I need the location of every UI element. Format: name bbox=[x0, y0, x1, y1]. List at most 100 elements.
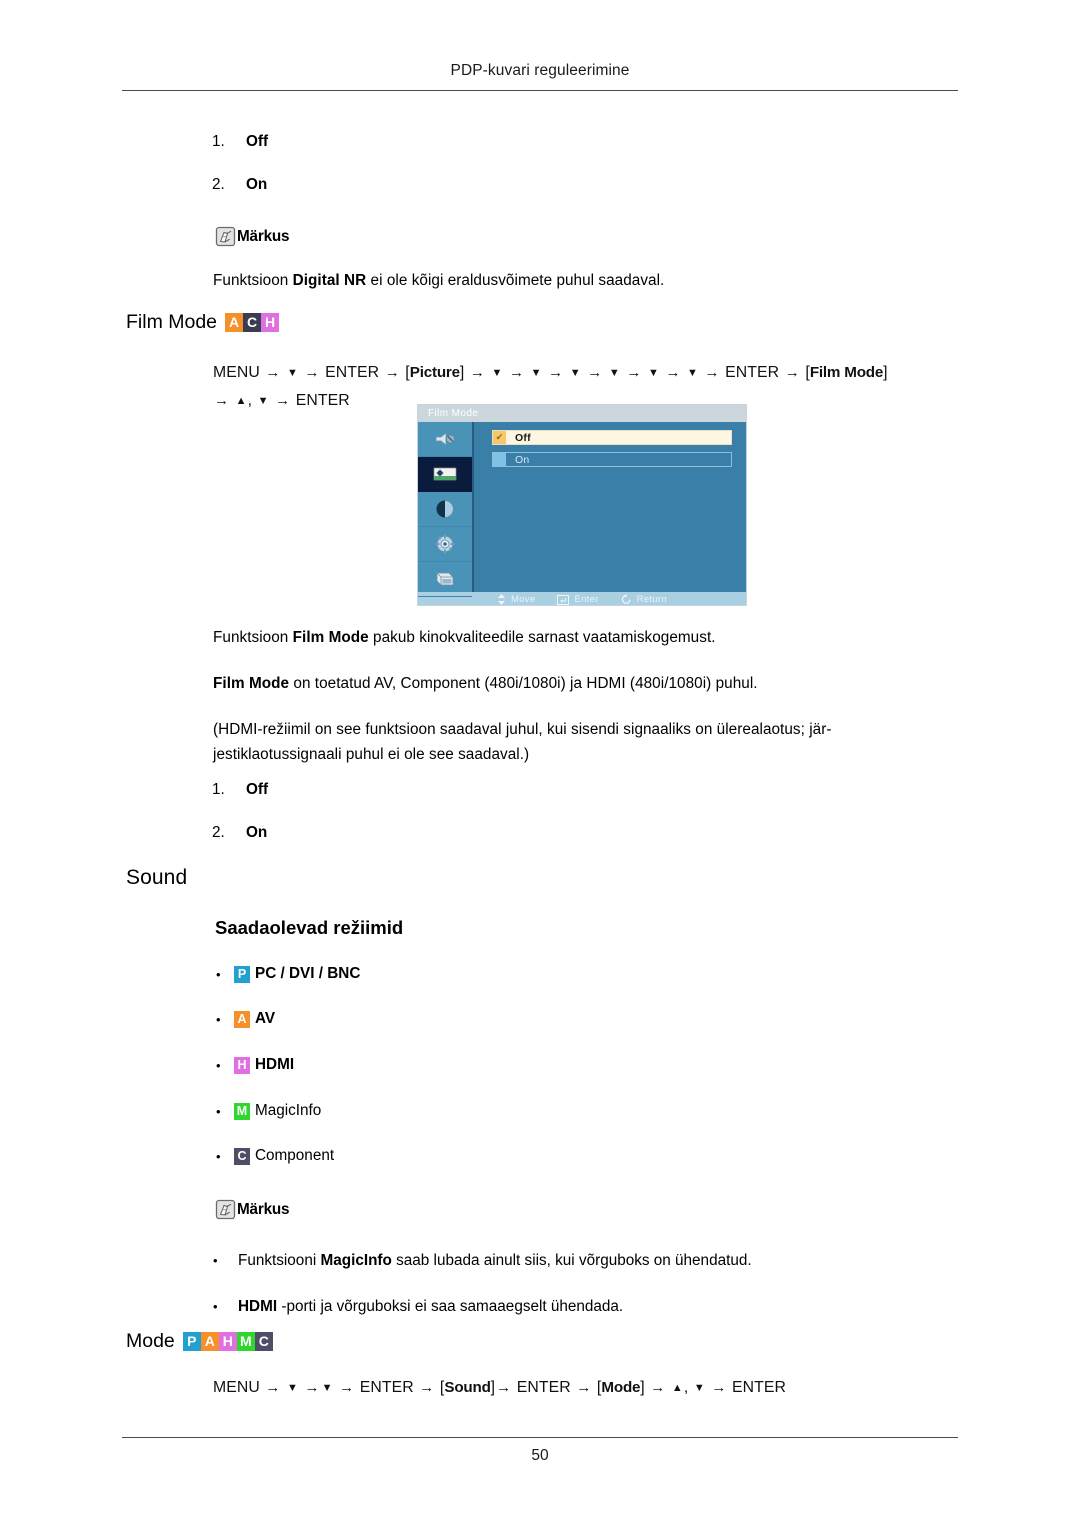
osd-option-list: ✔ Off On bbox=[474, 422, 746, 592]
picture-settings-icon bbox=[433, 467, 457, 481]
menu-enter: ENTER bbox=[359, 1379, 414, 1396]
badge-pc: P bbox=[182, 1332, 201, 1351]
mode-badge-group: P A H M C bbox=[182, 1332, 273, 1351]
arrow-icon: → bbox=[548, 364, 564, 381]
film-mode-heading-text: Film Mode bbox=[126, 311, 218, 333]
osd-option-off-label: Off bbox=[515, 431, 531, 444]
film-mode-paragraph-3: (HDMI-režiimil on see funktsioon saadava… bbox=[213, 717, 965, 767]
sound-note-2-text: HDMI -porti ja võrguboksi ei saa samaaeg… bbox=[238, 1298, 623, 1316]
film-mode-option-1-label: Off bbox=[246, 781, 269, 798]
mode-list-item-magicinfo: • M MagicInfo bbox=[216, 1102, 321, 1120]
arrow-icon: → bbox=[469, 364, 485, 381]
badge-magicinfo: M bbox=[236, 1332, 255, 1351]
osd-option-on[interactable]: On bbox=[492, 452, 732, 467]
sound-note-2-post: -porti ja võrguboksi ei saa samaaegselt … bbox=[277, 1298, 624, 1315]
down-arrow-icon: ▼ bbox=[257, 395, 269, 407]
mode-list-item-hdmi-label: HDMI bbox=[255, 1056, 295, 1073]
sound-note-1: • Funktsiooni MagicInfo saab lubada ainu… bbox=[213, 1252, 953, 1270]
osd-option-off[interactable]: ✔ Off bbox=[492, 430, 732, 445]
mode-menu-path: MENU → ▼ → ▼ → ENTER → [Sound]→ ENTER → [… bbox=[213, 1374, 973, 1402]
page-header-title: PDP-kuvari reguleerimine bbox=[450, 62, 630, 79]
film-mode-option-2-label: On bbox=[246, 824, 268, 841]
return-arrow-icon bbox=[621, 594, 631, 604]
mode-heading: Mode P A H M C bbox=[126, 1330, 273, 1353]
digital-nr-option-1-label: Off bbox=[246, 133, 269, 150]
osd-sidebar bbox=[418, 422, 474, 597]
arrow-icon: → bbox=[339, 1379, 355, 1396]
down-arrow-icon: ▼ bbox=[647, 367, 659, 379]
menu-enter: ENTER bbox=[732, 1379, 787, 1396]
enter-key-icon bbox=[557, 594, 570, 605]
mode-list-item-av-label: AV bbox=[255, 1010, 276, 1027]
down-arrow-icon: ▼ bbox=[321, 1382, 333, 1394]
badge-hdmi: H bbox=[218, 1332, 237, 1351]
osd-sidebar-item-contrast[interactable] bbox=[418, 492, 472, 527]
bullet-icon: • bbox=[213, 1253, 218, 1268]
osd-sidebar-item-multi-control[interactable] bbox=[418, 562, 472, 597]
fm-p1-post: pakub kinokvaliteedile sarnast vaatamisk… bbox=[368, 629, 716, 646]
badge-av: A bbox=[225, 313, 244, 332]
page-number: 50 bbox=[531, 1447, 549, 1464]
digital-nr-note-pre: Funktsioon bbox=[213, 272, 293, 289]
arrow-icon: → bbox=[275, 392, 291, 409]
mode-list-item-av: • A AV bbox=[216, 1010, 275, 1028]
sound-note-2: • HDMI -porti ja võrguboksi ei saa samaa… bbox=[213, 1298, 953, 1316]
checkbox-unchecked-icon bbox=[493, 453, 506, 466]
note-label: Märkus bbox=[237, 1200, 290, 1218]
sound-section-heading: Sound bbox=[126, 866, 188, 889]
mode-heading-text: Mode bbox=[126, 1330, 175, 1352]
osd-hint-move: Move bbox=[497, 594, 535, 605]
menu-token-film-mode: Film Mode bbox=[809, 364, 884, 381]
mode-list-item-hdmi: • H HDMI bbox=[216, 1056, 294, 1074]
note-pencil-icon bbox=[215, 226, 236, 247]
arrow-icon: → bbox=[650, 1379, 666, 1396]
badge-component: C bbox=[243, 313, 262, 332]
osd-hint-return: Return bbox=[621, 594, 667, 605]
menu-enter: ENTER bbox=[725, 364, 780, 381]
digital-nr-option-2-number: 2. bbox=[212, 176, 225, 193]
menu-enter: ENTER bbox=[325, 364, 380, 381]
bracket-close: ] bbox=[640, 1379, 645, 1396]
down-arrow-icon: ▼ bbox=[569, 367, 581, 379]
menu-enter: ENTER bbox=[295, 392, 350, 409]
bullet-icon: • bbox=[216, 1057, 221, 1073]
fm-p2-bold: Film Mode bbox=[213, 675, 290, 692]
bullet-icon: • bbox=[216, 1148, 221, 1164]
down-arrow-icon: ▼ bbox=[491, 367, 503, 379]
note-block-sound: Märkus bbox=[215, 1199, 290, 1220]
up-arrow-icon: ▲ bbox=[235, 395, 247, 407]
bullet-icon: • bbox=[213, 1299, 218, 1314]
osd-sidebar-item-picture[interactable] bbox=[418, 457, 472, 492]
badge-av: A bbox=[200, 1332, 219, 1351]
arrow-icon: → bbox=[711, 1379, 727, 1396]
arrow-icon: → bbox=[384, 364, 400, 381]
arrow-icon: → bbox=[265, 364, 281, 381]
updown-arrow-icon bbox=[498, 594, 505, 605]
osd-sidebar-item-setup[interactable] bbox=[418, 527, 472, 562]
badge-hdmi: H bbox=[234, 1056, 250, 1074]
film-mode-option-2-number: 2. bbox=[212, 824, 225, 841]
note-block-digital-nr: Märkus bbox=[215, 226, 290, 247]
setup-gear-icon bbox=[435, 534, 455, 554]
film-mode-paragraph-1: Funktsioon Film Mode pakub kinokvaliteed… bbox=[213, 625, 958, 650]
osd-hint-move-label: Move bbox=[511, 594, 536, 605]
osd-hint-enter-label: Enter bbox=[574, 594, 599, 605]
down-arrow-icon: ▼ bbox=[693, 1382, 705, 1394]
comma: , bbox=[247, 392, 253, 409]
mode-list-item-component: • C Component bbox=[216, 1147, 334, 1165]
up-arrow-icon: ▲ bbox=[671, 1382, 683, 1394]
mode-list-item-magicinfo-label: MagicInfo bbox=[255, 1102, 322, 1119]
sound-note-1-text: Funktsiooni MagicInfo saab lubada ainult… bbox=[238, 1252, 752, 1270]
menu-token-mode: Mode bbox=[601, 1379, 641, 1396]
arrow-icon: → bbox=[214, 392, 230, 409]
film-mode-option-1: 1. Off bbox=[212, 781, 268, 799]
osd-sidebar-item-picture-mute[interactable] bbox=[418, 422, 472, 457]
sound-note-2-bold: HDMI bbox=[238, 1298, 278, 1315]
down-arrow-icon: ▼ bbox=[287, 367, 299, 379]
arrow-icon: → bbox=[496, 1379, 512, 1396]
sound-note-1-post: saab lubada ainult siis, kui võrguboks o… bbox=[391, 1252, 752, 1269]
digital-nr-note-post: ei ole kõigi eraldusvõimete puhul saadav… bbox=[366, 272, 665, 289]
film-mode-option-2: 2. On bbox=[212, 824, 267, 842]
badge-pc: P bbox=[234, 965, 250, 983]
fm-p1-pre: Funktsioon bbox=[213, 629, 293, 646]
